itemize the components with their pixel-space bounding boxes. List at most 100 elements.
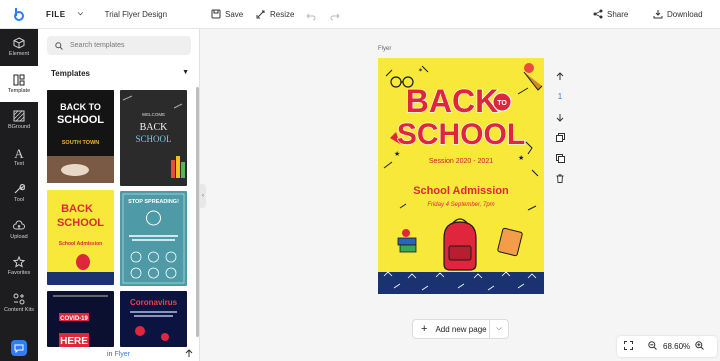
resize-label: Resize [270, 9, 295, 19]
rail-item-text[interactable]: A Text [0, 139, 38, 176]
copy-page-icon[interactable] [553, 148, 567, 169]
app-logo[interactable] [0, 0, 38, 29]
template-preview: BACK TO SCHOOL SOUTH TOWN [47, 90, 114, 183]
fit-screen-icon[interactable] [624, 341, 633, 352]
share-button[interactable]: Share [593, 9, 628, 19]
chat-icon [14, 344, 24, 353]
template-thumb-welcome-back[interactable]: WELCOME BACK SCHOOL [120, 90, 187, 186]
flyer-design[interactable]: ★ ★ ✶ BACK TO SCHOOL Session 2020 - 2021… [378, 58, 544, 294]
template-thumb-coronavirus[interactable]: Coronavirus [120, 291, 187, 347]
thumb-text: SCHOOL [57, 217, 104, 229]
thumb-text: BACK [61, 203, 93, 215]
footer-in-text: in [107, 350, 113, 358]
logo-icon [14, 8, 24, 21]
zoom-level[interactable]: 68.60% [663, 342, 690, 351]
search-input[interactable]: Search templates [47, 36, 191, 55]
rail-label: Tool [13, 197, 25, 204]
save-button[interactable]: Save [211, 9, 243, 19]
page-number: 1 [557, 92, 563, 102]
templates-panel: Search templates Templates ▼ BACK TO SCH… [38, 29, 200, 361]
flyer-artwork: ★ ★ ✶ BACK TO SCHOOL Session 2020 - 2021… [378, 58, 544, 294]
panel-scrollbar[interactable] [196, 87, 199, 337]
template-preview: WELCOME BACK SCHOOL [120, 90, 187, 186]
resize-icon [256, 10, 265, 19]
svg-text:✶: ✶ [418, 67, 423, 74]
add-new-page-label: Add new page [435, 324, 487, 334]
rail-item-bground[interactable]: BGround [0, 102, 38, 139]
template-preview: Coronavirus [120, 291, 187, 347]
rail-item-template[interactable]: Template [0, 65, 38, 102]
template-thumb-covid[interactable]: COVID-19 HERE [47, 291, 114, 347]
save-label: Save [225, 9, 244, 19]
rail-item-element[interactable]: Element [0, 29, 38, 66]
template-thumb-back-to-school-dark[interactable]: BACK TO SCHOOL SOUTH TOWN [47, 90, 114, 183]
arrow-up-icon[interactable] [185, 349, 193, 360]
template-thumb-stop-spreading[interactable]: STOP SPREADING! [120, 191, 187, 286]
star-icon [13, 256, 25, 268]
cloud-upload-icon [13, 220, 25, 230]
thumb-text: SOUTH TOWN [62, 140, 100, 146]
share-label: Share [607, 9, 629, 19]
template-preview: COVID-19 HERE [47, 291, 114, 347]
add-page-dropdown[interactable]: ⌵ [489, 320, 508, 338]
rail-label: Template [7, 87, 31, 94]
duplicate-page-icon[interactable] [553, 128, 567, 149]
redo-icon[interactable] [330, 8, 340, 26]
flyer-admission: School Admission [413, 185, 509, 197]
zoom-out-icon[interactable] [648, 341, 657, 352]
download-button[interactable]: Download [653, 9, 703, 19]
thumb-text: COVID-19 [60, 316, 88, 322]
chevron-down-icon: ⌵ [77, 10, 84, 17]
add-page-control: + Add new page ⌵ [412, 319, 509, 339]
move-page-up-icon[interactable] [553, 66, 567, 87]
templates-section-title: Templates [51, 69, 90, 78]
rail-item-favorites[interactable]: Favorites [0, 248, 38, 285]
page-side-tools: 1 [553, 66, 567, 189]
zoom-controls: 68.60% [617, 336, 717, 357]
search-icon [55, 41, 63, 50]
thumb-text: SCHOOL [135, 134, 171, 144]
flyer-title-bottom: SCHOOL [397, 118, 525, 151]
rail-label: Favorites [7, 270, 31, 277]
thumb-text: SCHOOL [57, 114, 104, 126]
chevron-down-icon: ⌵ [496, 325, 502, 332]
file-menu[interactable]: FILE ⌵ [46, 10, 84, 19]
undo-icon[interactable] [306, 8, 316, 26]
save-icon [211, 9, 221, 19]
rail-label: Text [13, 160, 25, 167]
svg-text:A: A [14, 147, 24, 159]
thumb-text: STOP SPREADING! [128, 199, 179, 205]
file-menu-label: FILE [46, 9, 66, 19]
rail-label: Upload [10, 233, 28, 240]
left-rail: Element Template BGround A Text Tool Upl… [0, 29, 38, 361]
move-page-down-icon[interactable] [553, 107, 567, 128]
template-preview: STOP SPREADING! [120, 191, 187, 286]
chat-button[interactable] [11, 340, 27, 356]
flyer-date-line: Friday 4 September, 7pm [427, 202, 494, 208]
rail-label: Element [8, 51, 30, 58]
panel-footer: in Flyer [38, 347, 199, 361]
rail-label: BGround [7, 124, 30, 131]
resize-button[interactable]: Resize [256, 9, 294, 19]
top-bar: FILE ⌵ Trial Flyer Design Save Resize Sh… [0, 0, 720, 29]
search-placeholder: Search templates [70, 42, 125, 49]
cube-icon [13, 37, 25, 49]
rail-item-content-kits[interactable]: Content Kits [0, 285, 38, 322]
add-new-page-button[interactable]: + Add new page [413, 320, 489, 338]
document-title[interactable]: Trial Flyer Design [105, 10, 167, 19]
rail-item-upload[interactable]: Upload [0, 212, 38, 249]
caret-down-icon: ▼ [182, 69, 189, 76]
template-thumb-back-to-school-yellow[interactable]: BACK SCHOOL School Admission [47, 190, 114, 285]
thumb-text: HERE [60, 336, 88, 347]
thumb-text: BACK TO [60, 102, 101, 112]
collapse-panel-button[interactable]: ‹ [200, 184, 206, 208]
rail-item-tool[interactable]: Tool [0, 175, 38, 212]
layout-icon [13, 74, 25, 86]
share-icon [593, 9, 603, 19]
delete-page-icon[interactable] [553, 169, 567, 190]
zoom-in-icon[interactable] [695, 341, 704, 352]
templates-section-header[interactable]: Templates ▼ [51, 69, 189, 78]
svg-text:★: ★ [394, 150, 400, 158]
footer-category-link[interactable]: Flyer [114, 351, 130, 358]
download-label: Download [667, 9, 703, 19]
